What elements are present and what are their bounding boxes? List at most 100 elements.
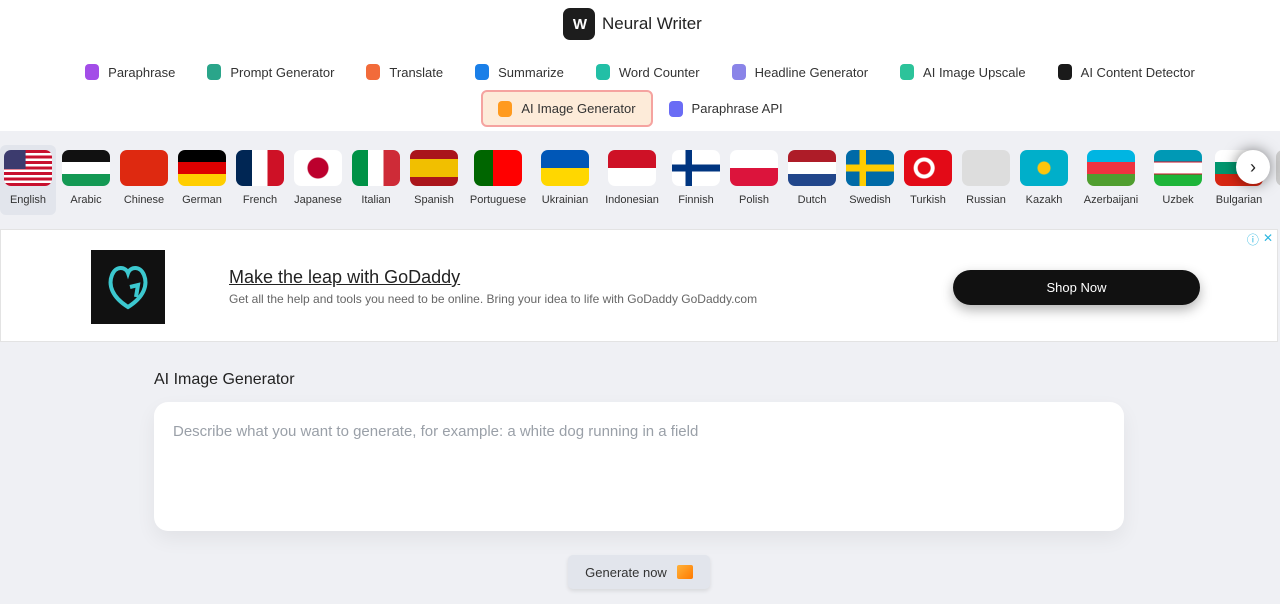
language-russian[interactable]: Russian xyxy=(958,145,1014,215)
flag-us-icon xyxy=(4,150,52,186)
language-turkish[interactable]: Turkish xyxy=(900,145,956,215)
chevron-right-icon[interactable]: › xyxy=(1236,150,1270,184)
nav-label: AI Content Detector xyxy=(1080,64,1195,80)
tools-nav-secondary: AI Image Generator Paraphrase API xyxy=(0,90,1280,127)
language-english[interactable]: English xyxy=(0,145,56,215)
language-label: Azerbaijani xyxy=(1083,194,1139,206)
nav-label: Word Counter xyxy=(618,64,700,80)
ad-banner: Make the leap with GoDaddy Get all the h… xyxy=(0,229,1278,342)
ad-description: Get all the help and tools you need to b… xyxy=(229,292,758,306)
nav-label: Headline Generator xyxy=(754,64,869,80)
nav-headline-generator[interactable]: Headline Generator xyxy=(716,58,884,86)
language-label: Turkish xyxy=(910,194,946,206)
openai-icon xyxy=(207,64,222,80)
flag-kz-icon xyxy=(1020,150,1068,186)
flag-nl-icon xyxy=(788,150,836,186)
language-ukrainian[interactable]: Ukrainian xyxy=(534,145,596,215)
ad-close-icon[interactable]: ✕ xyxy=(1263,231,1273,248)
logo[interactable]: W Neural Writer xyxy=(563,8,702,40)
nav-word-counter[interactable]: Word Counter xyxy=(580,58,716,86)
language-german[interactable]: German xyxy=(174,145,230,215)
language-label: Italian xyxy=(361,194,391,206)
nav-ai-content-detector[interactable]: AI Content Detector xyxy=(1042,58,1211,86)
flag-ua-icon xyxy=(541,150,589,186)
flag-id-icon xyxy=(608,150,656,186)
nav-label: Translate xyxy=(389,64,444,80)
language-label: Ukrainian xyxy=(541,194,589,206)
tools-nav: Paraphrase Prompt Generator Translate Summa… xyxy=(0,58,1280,86)
flag-pt-icon xyxy=(474,150,522,186)
language-french[interactable]: French xyxy=(232,145,288,215)
logo-mark: W xyxy=(563,8,595,40)
language-label: Bulgarian xyxy=(1215,194,1263,206)
nav-prompt-generator[interactable]: Prompt Generator xyxy=(191,58,350,86)
brand-name: Neural Writer xyxy=(602,14,702,33)
language-label: Dutch xyxy=(797,194,827,206)
language-label: Portuguese xyxy=(469,194,527,206)
language-chinese[interactable]: Chinese xyxy=(116,145,172,215)
godaddy-logo[interactable] xyxy=(91,250,165,324)
language-spanish[interactable]: Spanish xyxy=(406,145,462,215)
nav-label: AI Image Generator xyxy=(521,101,636,116)
flag-fi-icon xyxy=(672,150,720,186)
language-c[interactable]: C xyxy=(1272,145,1280,215)
language-label: Spanish xyxy=(414,194,454,206)
language-label: German xyxy=(182,194,222,206)
nav-ai-image-upscale[interactable]: AI Image Upscale xyxy=(884,58,1042,86)
language-swedish[interactable]: Swedish xyxy=(842,145,898,215)
ad-title[interactable]: Make the leap with GoDaddy xyxy=(229,267,460,288)
detector-icon xyxy=(1057,64,1072,80)
summarize-icon xyxy=(475,64,490,80)
language-label: Polish xyxy=(739,194,769,206)
language-uzbek[interactable]: Uzbek xyxy=(1150,145,1206,215)
language-italian[interactable]: Italian xyxy=(348,145,404,215)
nav-ai-image-generator[interactable]: AI Image Generator xyxy=(481,90,653,127)
flag-ps-icon xyxy=(62,150,110,186)
language-azerbaijani[interactable]: Azerbaijani xyxy=(1074,145,1148,215)
nav-label: Prompt Generator xyxy=(230,64,335,80)
language-label: Kazakh xyxy=(1025,194,1063,206)
language-kazakh[interactable]: Kazakh xyxy=(1016,145,1072,215)
language-label: Arabic xyxy=(70,194,102,206)
shop-now-button[interactable]: Shop Now xyxy=(953,270,1200,305)
language-polish[interactable]: Polish xyxy=(726,145,782,215)
flag-es-icon xyxy=(410,150,458,186)
image-icon xyxy=(676,565,693,579)
flag-it-icon xyxy=(352,150,400,186)
language-label: Finnish xyxy=(678,194,714,206)
language-label: Swedish xyxy=(849,194,891,206)
language-arabic[interactable]: Arabic xyxy=(58,145,114,215)
nav-translate[interactable]: Translate xyxy=(350,58,459,86)
nav-summarize[interactable]: Summarize xyxy=(459,58,580,86)
language-label: French xyxy=(242,194,278,206)
language-portuguese[interactable]: Portuguese xyxy=(464,145,532,215)
nav-label: AI Image Upscale xyxy=(923,64,1026,80)
ad-info-icon[interactable]: ⓘ xyxy=(1247,231,1259,248)
language-label: Indonesian xyxy=(605,194,659,206)
flag-tr-icon xyxy=(904,150,952,186)
prompt-input[interactable] xyxy=(154,402,1124,531)
nav-paraphrase-api[interactable]: Paraphrase API xyxy=(653,90,799,127)
paraphrase-icon xyxy=(85,64,100,80)
language-label: English xyxy=(9,194,47,206)
nav-paraphrase[interactable]: Paraphrase xyxy=(69,58,191,86)
word-counter-icon xyxy=(595,64,610,80)
language-japanese[interactable]: Japanese xyxy=(290,145,346,215)
generate-now-button[interactable]: Generate now xyxy=(568,555,710,589)
nav-label: Paraphrase API xyxy=(691,101,783,116)
language-label: Uzbek xyxy=(1162,194,1194,206)
language-indonesian[interactable]: Indonesian xyxy=(598,145,666,215)
language-finnish[interactable]: Finnish xyxy=(668,145,724,215)
page-title: AI Image Generator xyxy=(154,371,295,388)
flag-uz-icon xyxy=(1154,150,1202,186)
flag-fr-icon xyxy=(236,150,284,186)
generate-label: Generate now xyxy=(585,564,667,580)
flag-az-icon xyxy=(1087,150,1135,186)
language-label: Japanese xyxy=(294,194,342,206)
flag-xx-icon xyxy=(1276,150,1280,186)
headline-icon xyxy=(731,64,746,80)
nav-label: Summarize xyxy=(498,64,564,80)
language-dutch[interactable]: Dutch xyxy=(784,145,840,215)
flag-de-icon xyxy=(178,150,226,186)
flag-cn-icon xyxy=(120,150,168,186)
